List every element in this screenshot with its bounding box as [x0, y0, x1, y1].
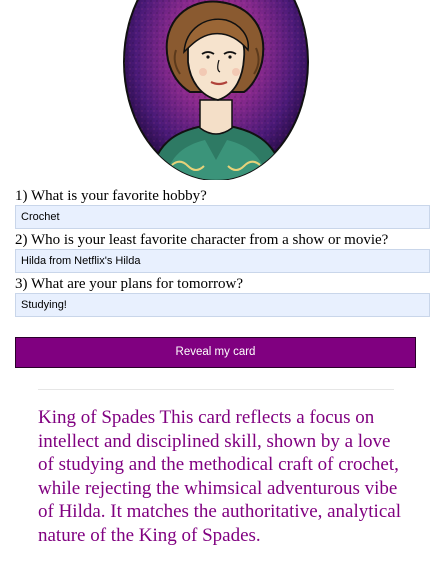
least-favorite-character-input[interactable]	[15, 249, 430, 273]
result-text: King of Spades This card reflects a focu…	[38, 407, 401, 546]
hero-image	[0, 0, 432, 180]
reveal-card-button[interactable]: Reveal my card	[15, 337, 416, 368]
divider	[38, 389, 394, 390]
question-label-3: 3) What are your plans for tomorrow?	[15, 276, 243, 292]
portrait-woman-icon	[123, 0, 309, 180]
hobby-answer-input[interactable]	[15, 205, 430, 229]
plans-tomorrow-input[interactable]	[15, 293, 430, 317]
question-label-2: 2) Who is your least favorite character …	[15, 232, 389, 248]
question-label-1: 1) What is your favorite hobby?	[15, 188, 207, 204]
